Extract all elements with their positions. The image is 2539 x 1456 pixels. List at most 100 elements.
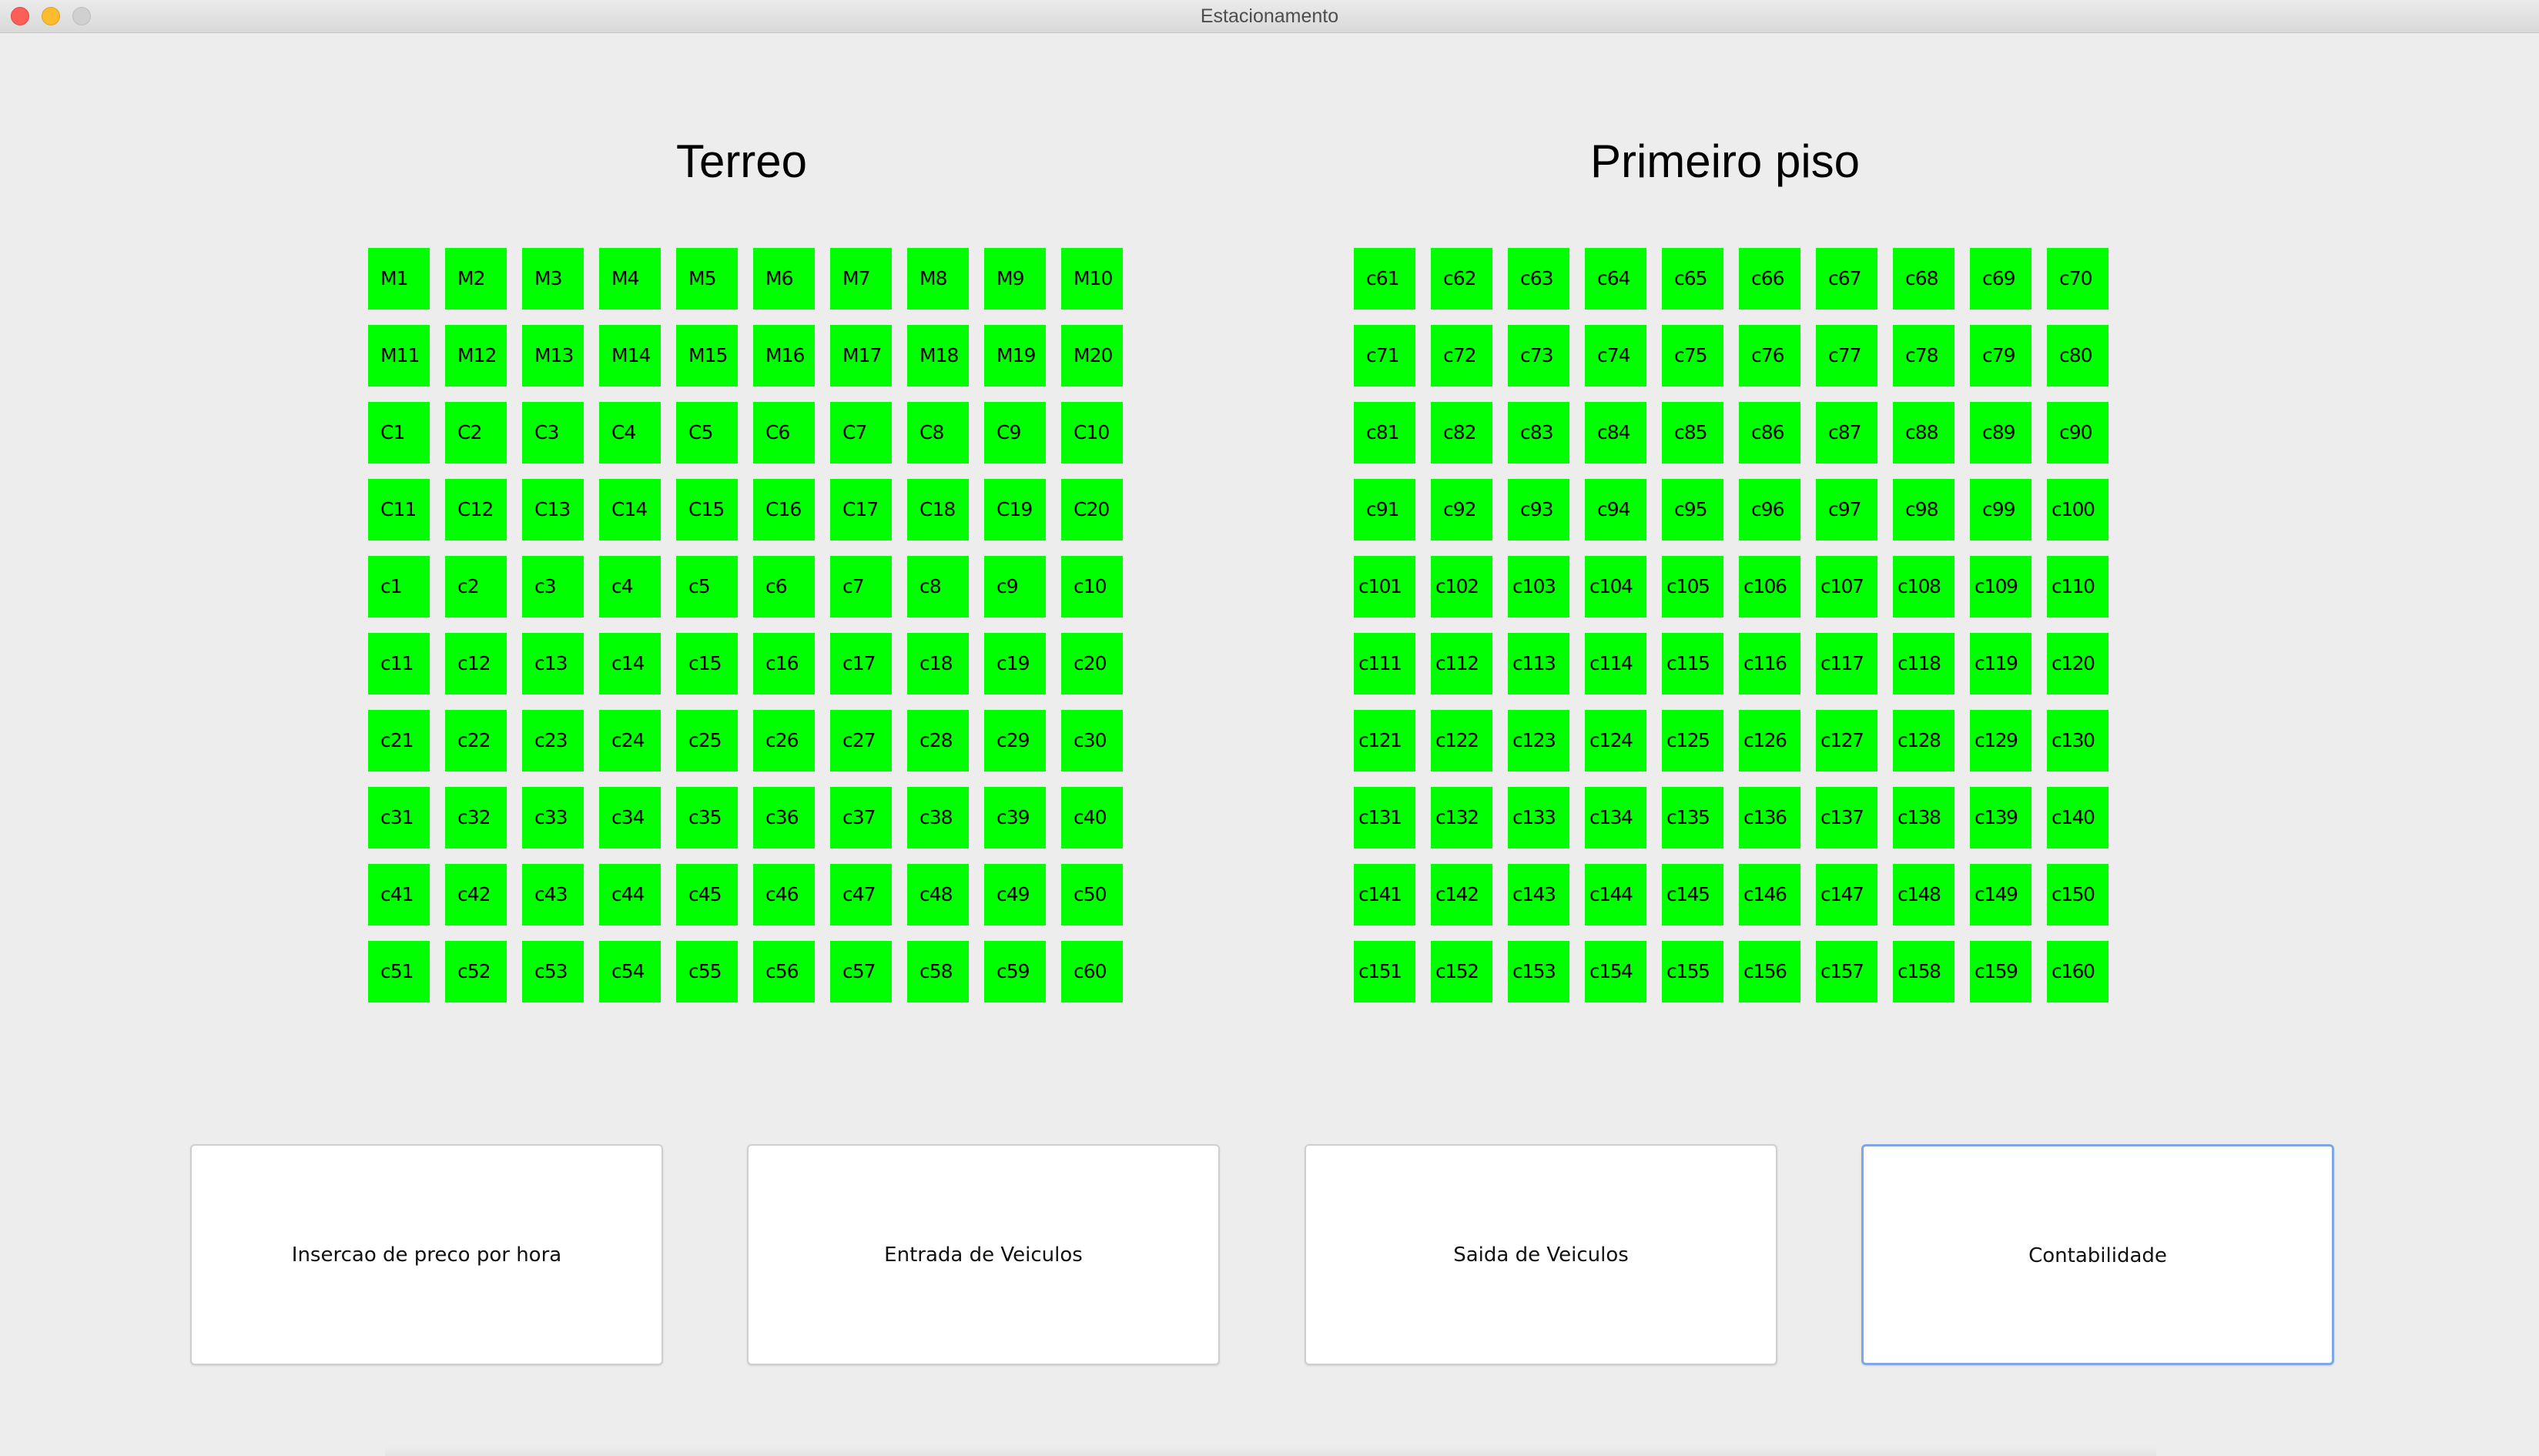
parking-spot-c2[interactable]: c2	[445, 556, 507, 618]
parking-spot-c96[interactable]: c96	[1739, 479, 1800, 541]
parking-spot-c91[interactable]: c91	[1354, 479, 1415, 541]
parking-spot-c79[interactable]: c79	[1970, 325, 2032, 387]
parking-spot-c144[interactable]: c144	[1585, 864, 1646, 925]
parking-spot-C14[interactable]: C14	[599, 479, 661, 541]
parking-spot-C20[interactable]: C20	[1061, 479, 1123, 541]
parking-spot-c31[interactable]: c31	[368, 787, 430, 848]
parking-spot-c133[interactable]: c133	[1508, 787, 1569, 848]
parking-spot-c153[interactable]: c153	[1508, 941, 1569, 1002]
parking-spot-c101[interactable]: c101	[1354, 556, 1415, 618]
parking-spot-c123[interactable]: c123	[1508, 710, 1569, 772]
parking-spot-c47[interactable]: c47	[830, 864, 892, 925]
parking-spot-c142[interactable]: c142	[1431, 864, 1492, 925]
parking-spot-c77[interactable]: c77	[1816, 325, 1877, 387]
parking-spot-C3[interactable]: C3	[522, 402, 584, 464]
parking-spot-c117[interactable]: c117	[1816, 633, 1877, 695]
parking-spot-C10[interactable]: C10	[1061, 402, 1123, 464]
parking-spot-c107[interactable]: c107	[1816, 556, 1877, 618]
parking-spot-c98[interactable]: c98	[1893, 479, 1954, 541]
parking-spot-c100[interactable]: c100	[2047, 479, 2109, 541]
parking-spot-c129[interactable]: c129	[1970, 710, 2032, 772]
parking-spot-c106[interactable]: c106	[1739, 556, 1800, 618]
parking-spot-c118[interactable]: c118	[1893, 633, 1954, 695]
parking-spot-c10[interactable]: c10	[1061, 556, 1123, 618]
parking-spot-c84[interactable]: c84	[1585, 402, 1646, 464]
parking-spot-C2[interactable]: C2	[445, 402, 507, 464]
parking-spot-c70[interactable]: c70	[2047, 248, 2109, 310]
parking-spot-c12[interactable]: c12	[445, 633, 507, 695]
parking-spot-c74[interactable]: c74	[1585, 325, 1646, 387]
parking-spot-c132[interactable]: c132	[1431, 787, 1492, 848]
parking-spot-C16[interactable]: C16	[753, 479, 815, 541]
parking-spot-c48[interactable]: c48	[907, 864, 969, 925]
parking-spot-c109[interactable]: c109	[1970, 556, 2032, 618]
parking-spot-c147[interactable]: c147	[1816, 864, 1877, 925]
parking-spot-c43[interactable]: c43	[522, 864, 584, 925]
parking-spot-M6[interactable]: M6	[753, 248, 815, 310]
parking-spot-c69[interactable]: c69	[1970, 248, 2032, 310]
parking-spot-c121[interactable]: c121	[1354, 710, 1415, 772]
parking-spot-c83[interactable]: c83	[1508, 402, 1569, 464]
parking-spot-c14[interactable]: c14	[599, 633, 661, 695]
parking-spot-c155[interactable]: c155	[1662, 941, 1723, 1002]
parking-spot-c137[interactable]: c137	[1816, 787, 1877, 848]
parking-spot-c32[interactable]: c32	[445, 787, 507, 848]
parking-spot-c45[interactable]: c45	[676, 864, 738, 925]
parking-spot-c56[interactable]: c56	[753, 941, 815, 1002]
parking-spot-c38[interactable]: c38	[907, 787, 969, 848]
parking-spot-c88[interactable]: c88	[1893, 402, 1954, 464]
parking-spot-M10[interactable]: M10	[1061, 248, 1123, 310]
parking-spot-C8[interactable]: C8	[907, 402, 969, 464]
parking-spot-c159[interactable]: c159	[1970, 941, 2032, 1002]
parking-spot-M12[interactable]: M12	[445, 325, 507, 387]
parking-spot-c150[interactable]: c150	[2047, 864, 2109, 925]
parking-spot-C19[interactable]: C19	[984, 479, 1046, 541]
parking-spot-c26[interactable]: c26	[753, 710, 815, 772]
parking-spot-c57[interactable]: c57	[830, 941, 892, 1002]
parking-spot-C4[interactable]: C4	[599, 402, 661, 464]
parking-spot-c151[interactable]: c151	[1354, 941, 1415, 1002]
parking-spot-C18[interactable]: C18	[907, 479, 969, 541]
parking-spot-c35[interactable]: c35	[676, 787, 738, 848]
parking-spot-M16[interactable]: M16	[753, 325, 815, 387]
parking-spot-c134[interactable]: c134	[1585, 787, 1646, 848]
parking-spot-c39[interactable]: c39	[984, 787, 1046, 848]
parking-spot-c52[interactable]: c52	[445, 941, 507, 1002]
parking-spot-c66[interactable]: c66	[1739, 248, 1800, 310]
entrada-veiculos-button[interactable]: Entrada de Veiculos	[747, 1144, 1220, 1365]
parking-spot-c5[interactable]: c5	[676, 556, 738, 618]
parking-spot-c36[interactable]: c36	[753, 787, 815, 848]
insercao-preco-button[interactable]: Insercao de preco por hora	[190, 1144, 663, 1365]
parking-spot-c67[interactable]: c67	[1816, 248, 1877, 310]
parking-spot-M1[interactable]: M1	[368, 248, 430, 310]
parking-spot-c94[interactable]: c94	[1585, 479, 1646, 541]
parking-spot-c7[interactable]: c7	[830, 556, 892, 618]
parking-spot-c131[interactable]: c131	[1354, 787, 1415, 848]
parking-spot-c116[interactable]: c116	[1739, 633, 1800, 695]
parking-spot-c64[interactable]: c64	[1585, 248, 1646, 310]
parking-spot-c19[interactable]: c19	[984, 633, 1046, 695]
parking-spot-c54[interactable]: c54	[599, 941, 661, 1002]
parking-spot-M5[interactable]: M5	[676, 248, 738, 310]
parking-spot-c130[interactable]: c130	[2047, 710, 2109, 772]
parking-spot-c20[interactable]: c20	[1061, 633, 1123, 695]
parking-spot-C1[interactable]: C1	[368, 402, 430, 464]
parking-spot-M2[interactable]: M2	[445, 248, 507, 310]
parking-spot-c80[interactable]: c80	[2047, 325, 2109, 387]
parking-spot-c81[interactable]: c81	[1354, 402, 1415, 464]
parking-spot-c22[interactable]: c22	[445, 710, 507, 772]
parking-spot-c92[interactable]: c92	[1431, 479, 1492, 541]
parking-spot-c152[interactable]: c152	[1431, 941, 1492, 1002]
parking-spot-c72[interactable]: c72	[1431, 325, 1492, 387]
parking-spot-c138[interactable]: c138	[1893, 787, 1954, 848]
parking-spot-c16[interactable]: c16	[753, 633, 815, 695]
parking-spot-c11[interactable]: c11	[368, 633, 430, 695]
parking-spot-C12[interactable]: C12	[445, 479, 507, 541]
parking-spot-c61[interactable]: c61	[1354, 248, 1415, 310]
parking-spot-c50[interactable]: c50	[1061, 864, 1123, 925]
parking-spot-c85[interactable]: c85	[1662, 402, 1723, 464]
parking-spot-C15[interactable]: C15	[676, 479, 738, 541]
parking-spot-c49[interactable]: c49	[984, 864, 1046, 925]
parking-spot-c154[interactable]: c154	[1585, 941, 1646, 1002]
parking-spot-c136[interactable]: c136	[1739, 787, 1800, 848]
